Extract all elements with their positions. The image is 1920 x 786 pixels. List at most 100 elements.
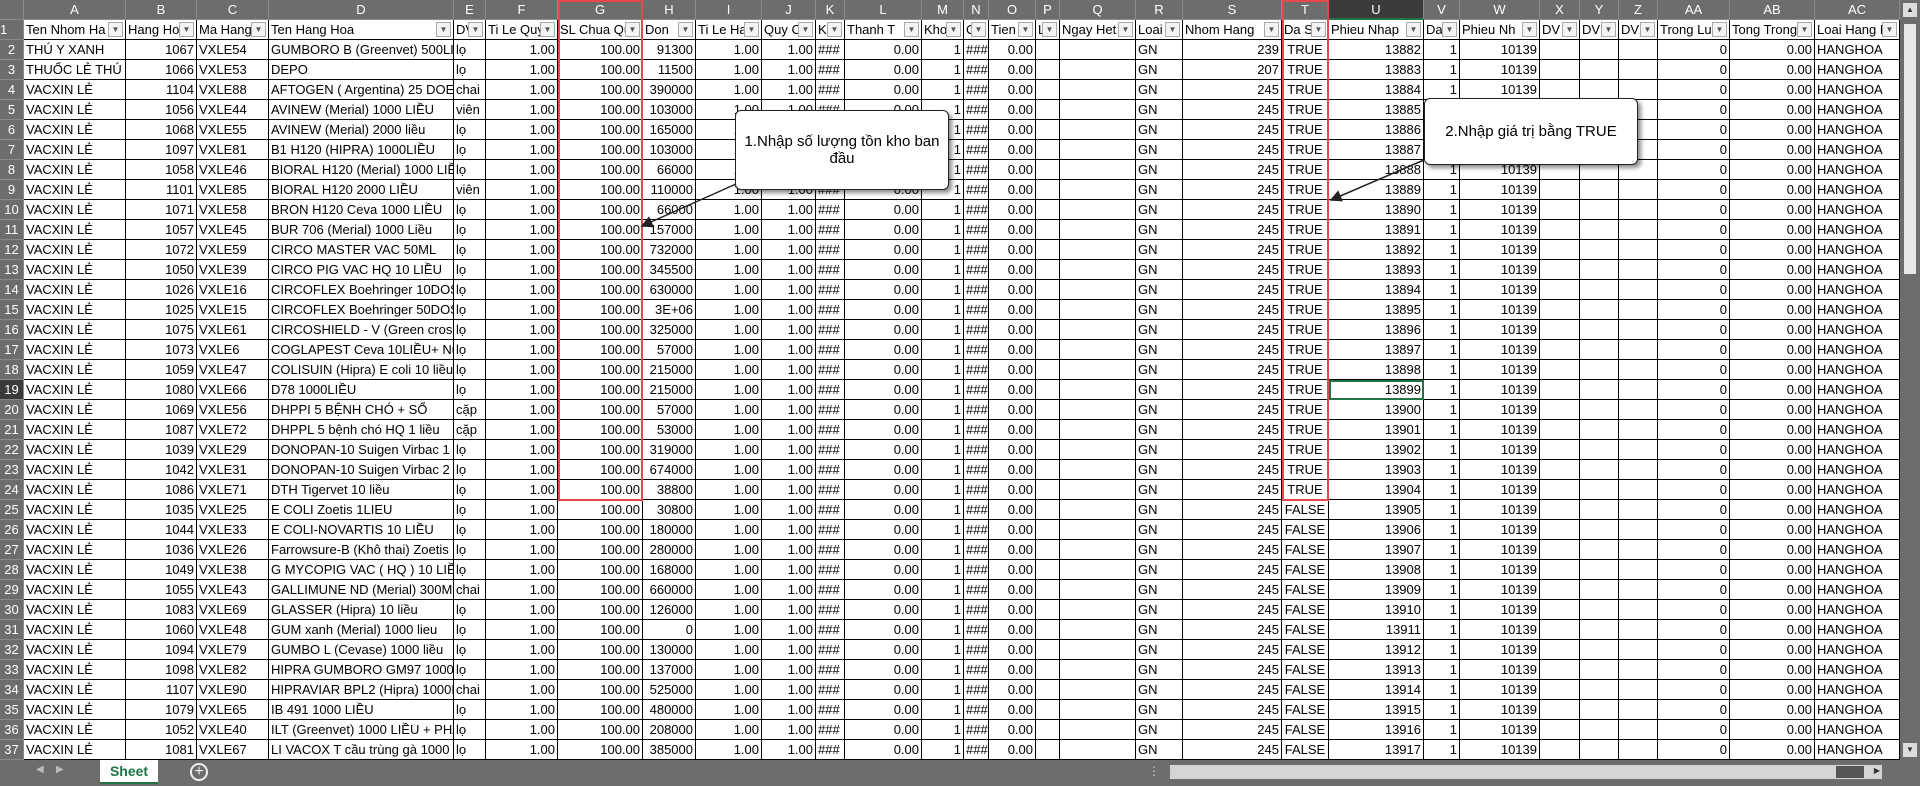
cell-a34[interactable]: VACXIN LẺ [24,680,126,700]
cell-z14[interactable] [1619,280,1658,300]
cell-ac19[interactable]: HANGHOA [1815,380,1900,400]
cell-w17[interactable]: 10139 [1460,340,1540,360]
cell-ab12[interactable]: 0.00 [1730,240,1815,260]
cell-f13[interactable]: 1.00 [486,260,558,280]
cell-d13[interactable]: CIRCO PIG VAC HQ 10 LIỀU [269,260,454,280]
cell-f16[interactable]: 1.00 [486,320,558,340]
cell-d7[interactable]: B1 H120 (HIPRA) 1000LIỀU [269,140,454,160]
cell-i4[interactable]: 1.00 [696,80,762,100]
cell-o11[interactable]: 0.00 [989,220,1036,240]
cell-n24[interactable]: ### [964,480,989,500]
cell-e3[interactable]: lọ [454,60,486,80]
cell-ac27[interactable]: HANGHOA [1815,540,1900,560]
cell-m30[interactable]: 1 [922,600,964,620]
cell-h15[interactable]: 3E+06 [643,300,696,320]
cell-r7[interactable]: GN [1136,140,1183,160]
cell-r18[interactable]: GN [1136,360,1183,380]
cell-aa12[interactable]: 0 [1658,240,1730,260]
cell-p12[interactable] [1036,240,1060,260]
cell-b20[interactable]: 1069 [126,400,197,420]
cell-b13[interactable]: 1050 [126,260,197,280]
cell-ac7[interactable]: HANGHOA [1815,140,1900,160]
filter-dropdown-icon[interactable]: ▼ [1118,22,1133,37]
cell-p17[interactable] [1036,340,1060,360]
row-header-24[interactable]: 24 [0,480,24,500]
cell-b36[interactable]: 1052 [126,720,197,740]
cell-h21[interactable]: 53000 [643,420,696,440]
cell-z29[interactable] [1619,580,1658,600]
cell-j20[interactable]: 1.00 [762,400,816,420]
cell-f22[interactable]: 1.00 [486,440,558,460]
cell-x13[interactable] [1540,260,1580,280]
cell-b27[interactable]: 1036 [126,540,197,560]
cell-o23[interactable]: 0.00 [989,460,1036,480]
cell-s25[interactable]: 245 [1183,500,1282,520]
cell-j21[interactable]: 1.00 [762,420,816,440]
cell-q6[interactable] [1060,120,1136,140]
cell-aa36[interactable]: 0 [1658,720,1730,740]
cell-m36[interactable]: 1 [922,720,964,740]
cell-i12[interactable]: 1.00 [696,240,762,260]
cell-p28[interactable] [1036,560,1060,580]
cell-ac16[interactable]: HANGHOA [1815,320,1900,340]
cell-q32[interactable] [1060,640,1136,660]
cell-d18[interactable]: COLISUIN (Hipra) E coli 10 liều [269,360,454,380]
cell-j19[interactable]: 1.00 [762,380,816,400]
cell-e34[interactable]: chai [454,680,486,700]
cell-r16[interactable]: GN [1136,320,1183,340]
cell-f6[interactable]: 1.00 [486,120,558,140]
cell-v37[interactable]: 1 [1424,740,1460,760]
cell-ab15[interactable]: 0.00 [1730,300,1815,320]
cell-t2[interactable]: TRUE [1282,40,1329,60]
cell-m18[interactable]: 1 [922,360,964,380]
cell-y25[interactable] [1580,500,1619,520]
cell-p2[interactable] [1036,40,1060,60]
column-header-j[interactable]: J [762,0,816,20]
cell-ac15[interactable]: HANGHOA [1815,300,1900,320]
cell-w3[interactable]: 10139 [1460,60,1540,80]
cell-n29[interactable]: ### [964,580,989,600]
cell-u5[interactable]: 13885 [1329,100,1424,120]
cell-n37[interactable]: ### [964,740,989,760]
cell-r31[interactable]: GN [1136,620,1183,640]
cell-o33[interactable]: 0.00 [989,660,1036,680]
filter-dropdown-icon[interactable]: ▼ [1522,22,1537,37]
cell-a27[interactable]: VACXIN LẺ [24,540,126,560]
cell-i2[interactable]: 1.00 [696,40,762,60]
cell-f25[interactable]: 1.00 [486,500,558,520]
cell-q27[interactable] [1060,540,1136,560]
cell-p16[interactable] [1036,320,1060,340]
header-cell-m[interactable]: Kho ▼ [922,20,964,40]
cell-a3[interactable]: THUỐC LẺ THÚ Y [24,60,126,80]
cell-z31[interactable] [1619,620,1658,640]
cell-m17[interactable]: 1 [922,340,964,360]
cell-n13[interactable]: ### [964,260,989,280]
cell-ab17[interactable]: 0.00 [1730,340,1815,360]
cell-c6[interactable]: VXLE55 [197,120,269,140]
cell-aa19[interactable]: 0 [1658,380,1730,400]
cell-t22[interactable]: TRUE [1282,440,1329,460]
cell-b3[interactable]: 1066 [126,60,197,80]
cell-c31[interactable]: VXLE48 [197,620,269,640]
cell-z37[interactable] [1619,740,1658,760]
cell-ab2[interactable]: 0.00 [1730,40,1815,60]
cell-i22[interactable]: 1.00 [696,440,762,460]
cell-o27[interactable]: 0.00 [989,540,1036,560]
cell-w33[interactable]: 10139 [1460,660,1540,680]
cell-l22[interactable]: 0.00 [845,440,922,460]
cell-a24[interactable]: VACXIN LẺ [24,480,126,500]
cell-p19[interactable] [1036,380,1060,400]
filter-dropdown-icon[interactable]: ▼ [1264,22,1279,37]
cell-v34[interactable]: 1 [1424,680,1460,700]
filter-dropdown-icon[interactable]: ▼ [946,22,961,37]
cell-r29[interactable]: GN [1136,580,1183,600]
cell-w21[interactable]: 10139 [1460,420,1540,440]
cell-aa6[interactable]: 0 [1658,120,1730,140]
cell-u25[interactable]: 13905 [1329,500,1424,520]
cell-h17[interactable]: 57000 [643,340,696,360]
cell-i23[interactable]: 1.00 [696,460,762,480]
cell-s26[interactable]: 245 [1183,520,1282,540]
cell-aa22[interactable]: 0 [1658,440,1730,460]
cell-i10[interactable]: 1.00 [696,200,762,220]
cell-f5[interactable]: 1.00 [486,100,558,120]
